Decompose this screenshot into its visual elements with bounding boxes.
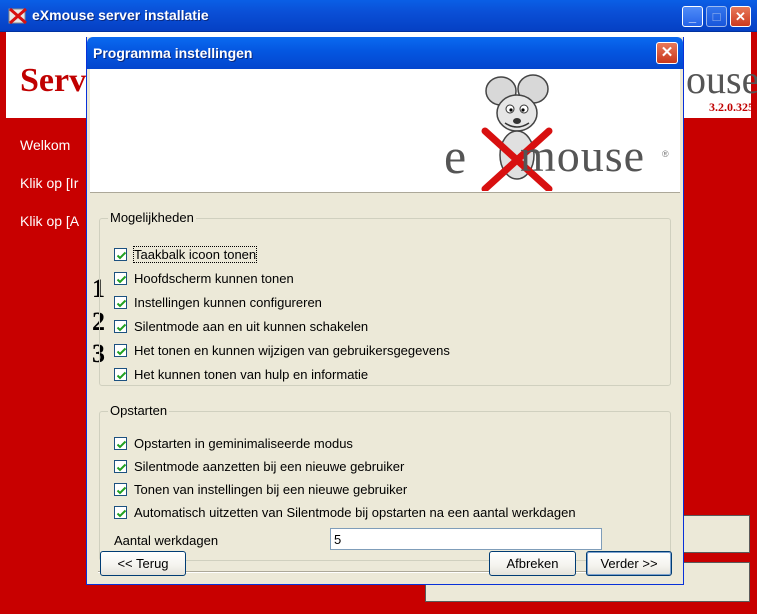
- background-titlebar: eXmouse server installatie _ □ ✕: [0, 0, 757, 32]
- logo-registered-mark: ®: [662, 149, 669, 159]
- workdays-input[interactable]: [330, 528, 602, 550]
- checkbox-label-geminimaliseerd: Opstarten in geminimaliseerde modus: [134, 435, 353, 451]
- checkbox-silentmode[interactable]: [114, 319, 127, 333]
- checkbox-instellingen[interactable]: [114, 295, 127, 309]
- background-close-button[interactable]: ✕: [730, 6, 751, 27]
- dialog-body: e mouse ® 1 2 3 Mogelijkheden Taakbalk i…: [90, 69, 680, 582]
- checkbox-row-taakbalk[interactable]: Taakbalk icoon tonen: [114, 245, 258, 263]
- checkbox-label-silentmode: Silentmode aan en uit kunnen schakelen: [134, 318, 369, 334]
- dialog-title: Programma instellingen: [93, 45, 253, 61]
- instruction-text-2: Klik op [A: [20, 213, 80, 229]
- checkbox-label-hoofdscherm: Hoofdscherm kunnen tonen: [134, 270, 294, 286]
- background-window-title: eXmouse server installatie: [32, 7, 209, 23]
- checkbox-automatisch-uitzetten[interactable]: [114, 505, 127, 519]
- checkbox-label-hulp: Het kunnen tonen van hulp en informatie: [134, 366, 369, 382]
- checkbox-label-automatisch-uitzetten: Automatisch uitzetten van Silentmode bij…: [134, 504, 576, 520]
- checkbox-row-hoofdscherm[interactable]: Hoofdscherm kunnen tonen: [114, 270, 294, 286]
- checkbox-instellingen-nieuw[interactable]: [114, 482, 127, 496]
- background-header-logo: ouse: [686, 57, 757, 102]
- back-button[interactable]: << Terug: [100, 551, 186, 576]
- group-opstarten: Opstarten Opstarten in geminimaliseerde …: [99, 403, 671, 561]
- app-icon: [8, 7, 27, 25]
- checkbox-label-taakbalk: Taakbalk icoon tonen: [132, 245, 258, 263]
- checkbox-row-silentmode[interactable]: Silentmode aan en uit kunnen schakelen: [114, 318, 368, 334]
- group-label-mogelijkheden: Mogelijkheden: [108, 210, 196, 225]
- checkbox-row-instellingen-nieuw[interactable]: Tonen van instellingen bij een nieuwe ge…: [114, 481, 407, 497]
- minimize-button[interactable]: _: [682, 6, 703, 27]
- dialog-banner: e mouse ®: [90, 69, 680, 193]
- group-mogelijkheden: Mogelijkheden Taakbalk icoon tonen Hoofd…: [99, 210, 671, 386]
- next-button[interactable]: Verder >>: [586, 551, 672, 576]
- version-label: 3.2.0.325: [709, 100, 754, 114]
- checkbox-row-gebruikersgegevens[interactable]: Het tonen en kunnen wijzigen van gebruik…: [114, 342, 450, 358]
- checkbox-row-geminimaliseerd[interactable]: Opstarten in geminimaliseerde modus: [114, 435, 353, 451]
- checkbox-row-automatisch-uitzetten[interactable]: Automatisch uitzetten van Silentmode bij…: [114, 504, 576, 520]
- checkbox-gebruikersgegevens[interactable]: [114, 343, 127, 357]
- workdays-label: Aantal werkdagen: [114, 533, 219, 548]
- checkbox-hoofdscherm[interactable]: [114, 271, 127, 285]
- checkbox-row-instellingen[interactable]: Instellingen kunnen configureren: [114, 294, 322, 310]
- checkbox-row-hulp[interactable]: Het kunnen tonen van hulp en informatie: [114, 366, 368, 382]
- background-header-title: Serv: [20, 62, 87, 99]
- group-label-opstarten: Opstarten: [108, 403, 170, 418]
- dialog-close-button[interactable]: ✕: [656, 42, 678, 64]
- checkbox-row-silentmode-nieuw[interactable]: Silentmode aanzetten bij een nieuwe gebr…: [114, 458, 404, 474]
- checkbox-label-instellingen: Instellingen kunnen configureren: [134, 294, 322, 310]
- checkbox-hulp[interactable]: [114, 367, 127, 381]
- logo-e: e: [444, 128, 467, 184]
- cancel-button[interactable]: Afbreken: [489, 551, 576, 576]
- checkbox-silentmode-nieuw[interactable]: [114, 459, 127, 473]
- maximize-button[interactable]: □: [706, 6, 727, 27]
- welcome-text: Welkom: [20, 137, 71, 153]
- checkbox-geminimaliseerd[interactable]: [114, 436, 127, 450]
- settings-dialog: Programma instellingen ✕ e mouse ® 1 2 3…: [86, 37, 684, 585]
- logo-text: mouse: [520, 130, 646, 181]
- checkbox-label-gebruikersgegevens: Het tonen en kunnen wijzigen van gebruik…: [134, 342, 450, 358]
- instruction-text-1: Klik op [Ir: [20, 175, 79, 191]
- checkbox-label-silentmode-nieuw: Silentmode aanzetten bij een nieuwe gebr…: [134, 458, 405, 474]
- checkbox-taakbalk[interactable]: [114, 247, 127, 261]
- dialog-titlebar: Programma instellingen ✕: [87, 37, 683, 69]
- checkbox-label-instellingen-nieuw: Tonen van instellingen bij een nieuwe ge…: [134, 481, 408, 497]
